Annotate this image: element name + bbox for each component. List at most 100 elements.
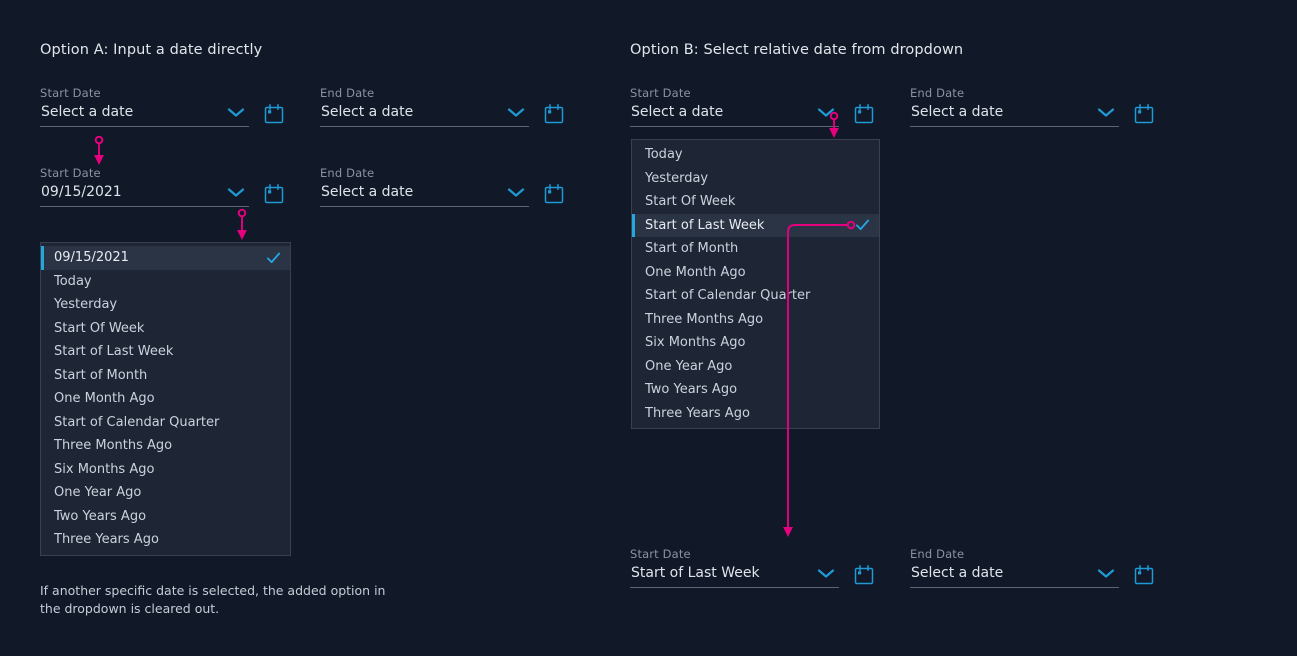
option-b-dropdown-option[interactable]: Six Months Ago <box>632 331 879 355</box>
option-label: One Month Ago <box>54 391 155 407</box>
option-label: One Month Ago <box>645 264 746 280</box>
option-label: Start of Month <box>54 367 148 383</box>
field-label: End Date <box>910 547 965 561</box>
option-label: Start of Last Week <box>54 344 174 360</box>
chevron-down-icon[interactable] <box>1097 568 1115 579</box>
field-label: Start Date <box>630 547 691 561</box>
option-b-dropdown-option[interactable]: Start Of Week <box>632 190 879 214</box>
option-a-dropdown-option[interactable]: Start of Month <box>41 364 290 388</box>
option-label: Three Years Ago <box>645 405 750 421</box>
option-a-dropdown-option[interactable]: One Month Ago <box>41 387 290 411</box>
start-date-input[interactable]: Select a date <box>41 103 133 121</box>
calendar-icon[interactable] <box>853 103 875 125</box>
field-label: End Date <box>320 166 375 180</box>
option-a-dropdown-option[interactable]: Start of Last Week <box>41 340 290 364</box>
option-label: Start of Last Week <box>645 217 765 233</box>
option-b-dropdown-option[interactable]: Start of Month <box>632 237 879 261</box>
option-label: 09/15/2021 <box>54 250 129 266</box>
chevron-down-icon[interactable] <box>817 568 835 579</box>
option-label: Six Months Ago <box>54 461 155 477</box>
chevron-down-icon[interactable] <box>507 107 525 118</box>
option-b-dropdown-option[interactable]: Start of Calendar Quarter <box>632 284 879 308</box>
option-b-dropdown-option[interactable]: Three Years Ago <box>632 402 879 426</box>
option-a-row2-start-date-field[interactable]: Start Date 09/15/2021 <box>40 166 285 207</box>
option-a-dropdown-option[interactable]: One Year Ago <box>41 481 290 505</box>
option-label: Two Years Ago <box>54 508 147 524</box>
option-a-title: Option A: Input a date directly <box>40 42 263 58</box>
option-a-dropdown-option[interactable]: Yesterday <box>41 293 290 317</box>
option-a-row2-end-date-field[interactable]: End Date Select a date <box>320 166 565 207</box>
option-label: Three Years Ago <box>54 532 159 548</box>
flow-arrow-a2 <box>237 208 247 240</box>
option-label: Today <box>54 273 92 289</box>
option-b-dropdown-option[interactable]: One Month Ago <box>632 261 879 285</box>
option-a-date-dropdown[interactable]: 09/15/2021 Today Yesterday Start Of Week Sta… <box>40 242 291 556</box>
option-label: One Year Ago <box>645 358 733 374</box>
calendar-icon[interactable] <box>853 564 875 586</box>
option-label: Three Months Ago <box>54 438 173 454</box>
option-a-dropdown-option[interactable]: Start Of Week <box>41 317 290 341</box>
check-icon <box>266 250 281 265</box>
option-a-dropdown-option[interactable]: Three Months Ago <box>41 434 290 458</box>
option-b-dropdown-option[interactable]: One Year Ago <box>632 355 879 379</box>
option-label: Two Years Ago <box>645 382 738 398</box>
chevron-down-icon[interactable] <box>227 107 245 118</box>
option-label: Start of Month <box>645 241 739 257</box>
option-b-row2-end-date-field[interactable]: End Date Select a date <box>910 547 1155 588</box>
option-a-row1-end-date-field[interactable]: End Date Select a date <box>320 86 565 127</box>
option-label: Yesterday <box>54 297 118 313</box>
end-date-input[interactable]: Select a date <box>321 103 413 121</box>
option-a-dropdown-option[interactable]: Three Years Ago <box>41 528 290 552</box>
calendar-icon[interactable] <box>1133 564 1155 586</box>
calendar-icon[interactable] <box>543 103 565 125</box>
option-a-dropdown-option[interactable]: 09/15/2021 <box>41 246 290 270</box>
calendar-icon[interactable] <box>543 183 565 205</box>
screen-canvas: Option A: Input a date directly Start Da… <box>0 0 1297 656</box>
option-a-caption: If another specific date is selected, th… <box>40 583 386 616</box>
option-label: Six Months Ago <box>645 335 746 351</box>
chevron-down-icon[interactable] <box>817 107 835 118</box>
option-a-dropdown-option[interactable]: Two Years Ago <box>41 505 290 529</box>
calendar-icon[interactable] <box>263 103 285 125</box>
option-label: Start Of Week <box>645 194 736 210</box>
flow-arrow-a1 <box>94 135 104 165</box>
calendar-icon[interactable] <box>1133 103 1155 125</box>
option-label: Start of Calendar Quarter <box>54 414 220 430</box>
option-label: One Year Ago <box>54 485 142 501</box>
option-label: Three Months Ago <box>645 311 764 327</box>
option-b-dropdown-option[interactable]: Start of Last Week <box>632 213 879 237</box>
field-label: Start Date <box>40 86 101 100</box>
start-date-input[interactable]: Start of Last Week <box>631 564 760 582</box>
start-date-input[interactable]: Select a date <box>631 103 723 121</box>
option-label: Today <box>645 147 683 163</box>
field-label: End Date <box>910 86 965 100</box>
field-label: End Date <box>320 86 375 100</box>
check-icon <box>855 218 870 233</box>
option-b-row1-start-date-field[interactable]: Start Date Select a date <box>630 86 875 127</box>
end-date-input[interactable]: Select a date <box>911 103 1003 121</box>
option-b-row2-start-date-field[interactable]: Start Date Start of Last Week <box>630 547 875 588</box>
option-b-relative-date-dropdown[interactable]: Today Yesterday Start Of Week Start of Last… <box>631 139 880 429</box>
option-a-dropdown-option[interactable]: Start of Calendar Quarter <box>41 411 290 435</box>
option-a-dropdown-option[interactable]: Six Months Ago <box>41 458 290 482</box>
start-date-input[interactable]: 09/15/2021 <box>41 183 122 201</box>
option-b-title: Option B: Select relative date from drop… <box>630 42 964 58</box>
field-label: Start Date <box>40 166 101 180</box>
option-b-dropdown-option[interactable]: Two Years Ago <box>632 378 879 402</box>
option-label: Start Of Week <box>54 320 145 336</box>
end-date-input[interactable]: Select a date <box>911 564 1003 582</box>
chevron-down-icon[interactable] <box>507 187 525 198</box>
option-b-row1-end-date-field[interactable]: End Date Select a date <box>910 86 1155 127</box>
option-b-dropdown-option[interactable]: Three Months Ago <box>632 308 879 332</box>
option-b-dropdown-option[interactable]: Today <box>632 143 879 167</box>
calendar-icon[interactable] <box>263 183 285 205</box>
chevron-down-icon[interactable] <box>227 187 245 198</box>
field-label: Start Date <box>630 86 691 100</box>
option-label: Start of Calendar Quarter <box>645 288 811 304</box>
option-label: Yesterday <box>645 170 709 186</box>
chevron-down-icon[interactable] <box>1097 107 1115 118</box>
option-b-dropdown-option[interactable]: Yesterday <box>632 167 879 191</box>
option-a-dropdown-option[interactable]: Today <box>41 270 290 294</box>
end-date-input[interactable]: Select a date <box>321 183 413 201</box>
option-a-row1-start-date-field[interactable]: Start Date Select a date <box>40 86 285 127</box>
